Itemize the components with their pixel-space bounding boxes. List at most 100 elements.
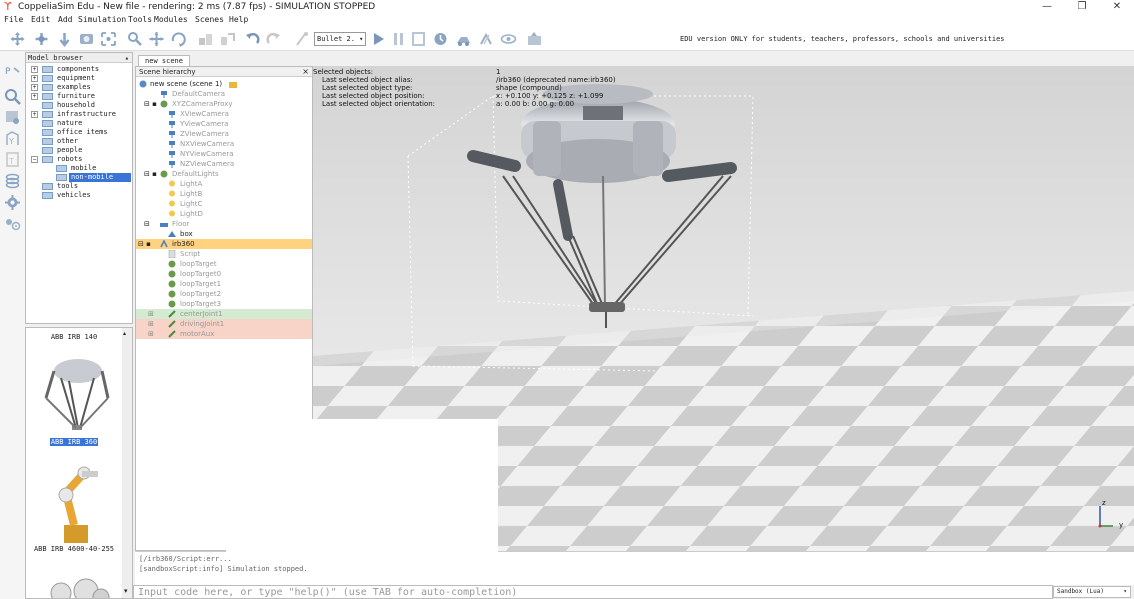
hierarchy-item-zviewcamera[interactable]: ZViewCamera: [136, 129, 312, 139]
undo-icon[interactable]: [244, 31, 261, 47]
layers-icon[interactable]: [4, 172, 21, 189]
hierarchy-item-defaultlights[interactable]: ⊟ ▪ DefaultLights: [136, 169, 312, 179]
menu-add[interactable]: Add: [58, 15, 72, 24]
camera-pan-icon[interactable]: [9, 31, 26, 47]
hierarchy-item-script[interactable]: Script: [136, 249, 312, 259]
tree-expand-icon[interactable]: ⊞: [148, 329, 154, 339]
transfer-dna-icon[interactable]: [219, 31, 236, 47]
hierarchy-item-nxviewcamera[interactable]: NXViewCamera: [136, 139, 312, 149]
redo-icon[interactable]: [265, 31, 282, 47]
model-folder-vehicles[interactable]: vehicles: [29, 191, 129, 200]
model-folder-tools[interactable]: tools: [29, 182, 129, 191]
play-icon[interactable]: [370, 31, 387, 47]
model-folder-examples[interactable]: + examples: [29, 83, 129, 92]
close-button[interactable]: ✕: [1102, 0, 1132, 14]
hierarchy-item-lightc[interactable]: LightC: [136, 199, 312, 209]
menu-tools[interactable]: Tools: [128, 15, 152, 24]
pause-icon[interactable]: [390, 31, 407, 47]
model-folder-office-items[interactable]: office items: [29, 128, 129, 137]
collapse-arrow-icon[interactable]: ▴: [125, 53, 129, 63]
scroll-down-icon[interactable]: ▾: [124, 587, 128, 595]
hierarchy-item-irb360[interactable]: ⊟ ▪ irb360: [136, 239, 312, 249]
tree-collapse-icon[interactable]: ⊟ ▪: [138, 239, 151, 249]
dynamics-icon[interactable]: [293, 31, 310, 47]
user-settings-icon[interactable]: [4, 216, 21, 233]
speed-up-icon[interactable]: [478, 31, 495, 47]
hierarchy-item-nyviewcamera[interactable]: NYViewCamera: [136, 149, 312, 159]
scene-settings-icon[interactable]: [526, 31, 543, 47]
object-select-icon[interactable]: [126, 31, 143, 47]
tree-collapse-icon[interactable]: ⊟ ▪: [144, 99, 157, 109]
hierarchy-item-looptarget3[interactable]: loopTarget3: [136, 299, 312, 309]
menu-modules[interactable]: Modules: [154, 15, 188, 24]
visualization-icon[interactable]: [500, 31, 517, 47]
menu-scenes[interactable]: Scenes: [195, 15, 224, 24]
model-folder-household[interactable]: household: [29, 101, 129, 110]
zoom-search-icon[interactable]: [4, 88, 21, 105]
collections-icon[interactable]: Y: [4, 130, 21, 147]
model-folder-nature[interactable]: nature: [29, 119, 129, 128]
tree-expand-icon[interactable]: ⊞: [148, 309, 154, 319]
tree-expander[interactable]: −: [31, 156, 38, 163]
hierarchy-item-xviewcamera[interactable]: XViewCamera: [136, 109, 312, 119]
camera-zoom-icon[interactable]: [78, 31, 95, 47]
hierarchy-item-looptarget1[interactable]: loopTarget1: [136, 279, 312, 289]
scene-root-row[interactable]: new scene (scene 1): [136, 79, 312, 89]
menu-help[interactable]: Help: [229, 15, 248, 24]
model-folder-people[interactable]: people: [29, 146, 129, 155]
camera-fit-icon[interactable]: [100, 31, 117, 47]
object-shift-icon[interactable]: [148, 31, 165, 47]
hierarchy-item-xyzcameraproxy[interactable]: ⊟ ▪ XYZCameraProxy: [136, 99, 312, 109]
camera-rotate-icon[interactable]: [33, 31, 50, 47]
slow-down-icon[interactable]: [455, 31, 472, 47]
hierarchy-item-lightb[interactable]: LightB: [136, 189, 312, 199]
thumbnails-scrollbar[interactable]: ▴: [122, 328, 132, 598]
model-folder-non-mobile[interactable]: non-mobile: [29, 173, 131, 182]
maximize-button[interactable]: ❐: [1067, 0, 1097, 14]
calculation-modules-icon[interactable]: [4, 108, 21, 125]
hierarchy-item-nzviewcamera[interactable]: NZViewCamera: [136, 159, 312, 169]
stop-icon[interactable]: [410, 31, 427, 47]
tree-expander[interactable]: +: [31, 93, 38, 100]
tree-expander[interactable]: +: [31, 66, 38, 73]
tree-collapse-icon[interactable]: ⊟ ▪: [144, 169, 157, 179]
object-rotate-icon[interactable]: [170, 31, 187, 47]
hierarchy-item-motoraux[interactable]: ⊞ motorAux: [136, 329, 312, 339]
hierarchy-item-looptarget2[interactable]: loopTarget2: [136, 289, 312, 299]
hierarchy-item-looptarget[interactable]: loopTarget: [136, 259, 312, 269]
menu-file[interactable]: File: [4, 15, 23, 24]
realtime-icon[interactable]: [432, 31, 449, 47]
minimize-button[interactable]: —: [1032, 0, 1062, 14]
code-input[interactable]: [138, 586, 1038, 598]
hierarchy-item-lighta[interactable]: LightA: [136, 179, 312, 189]
model-folder-infrastructure[interactable]: + infrastructure: [29, 110, 129, 119]
model-folder-equipment[interactable]: + equipment: [29, 74, 129, 83]
hierarchy-item-yviewcamera[interactable]: YViewCamera: [136, 119, 312, 129]
hierarchy-item-floor[interactable]: ⊟ Floor: [136, 219, 312, 229]
hierarchy-item-centerjoint1[interactable]: ⊞ centerJoint1: [136, 309, 312, 319]
camera-shift-icon[interactable]: [56, 31, 73, 48]
hierarchy-item-box[interactable]: box: [136, 229, 312, 239]
hierarchy-item-lightd[interactable]: LightD: [136, 209, 312, 219]
tab-new-scene[interactable]: new scene: [138, 55, 190, 66]
model-folder-furniture[interactable]: + furniture: [29, 92, 129, 101]
tree-expander[interactable]: +: [31, 111, 38, 118]
scroll-up-icon[interactable]: ▴: [123, 330, 126, 337]
hierarchy-item-drivingjoint1[interactable]: ⊞ drivingJoint1: [136, 319, 312, 329]
irb4600-thumbnail-image[interactable]: [46, 463, 106, 545]
tree-expand-icon[interactable]: ⊞: [148, 319, 154, 329]
sandbox-language-select[interactable]: Sandbox (Lua) ▾: [1053, 586, 1131, 598]
irb360-thumbnail-image[interactable]: [36, 353, 114, 438]
next-robot-thumbnail-image[interactable]: [41, 573, 111, 599]
model-folder-components[interactable]: + components: [29, 65, 129, 74]
menu-edit[interactable]: Edit: [31, 15, 50, 24]
tree-expander[interactable]: +: [31, 75, 38, 82]
hierarchy-item-looptarget0[interactable]: loopTarget0: [136, 269, 312, 279]
close-icon[interactable]: ×: [302, 67, 309, 77]
hierarchy-item-defaultcamera[interactable]: DefaultCamera: [136, 89, 312, 99]
physics-engine-select[interactable]: Bullet 2. ▾: [314, 32, 366, 46]
thumb-label-irb360[interactable]: ABB IRB 360: [26, 438, 122, 446]
gear-icon[interactable]: [4, 194, 21, 211]
assemble-icon[interactable]: [197, 31, 214, 47]
model-folder-robots[interactable]: − robots: [29, 155, 129, 164]
